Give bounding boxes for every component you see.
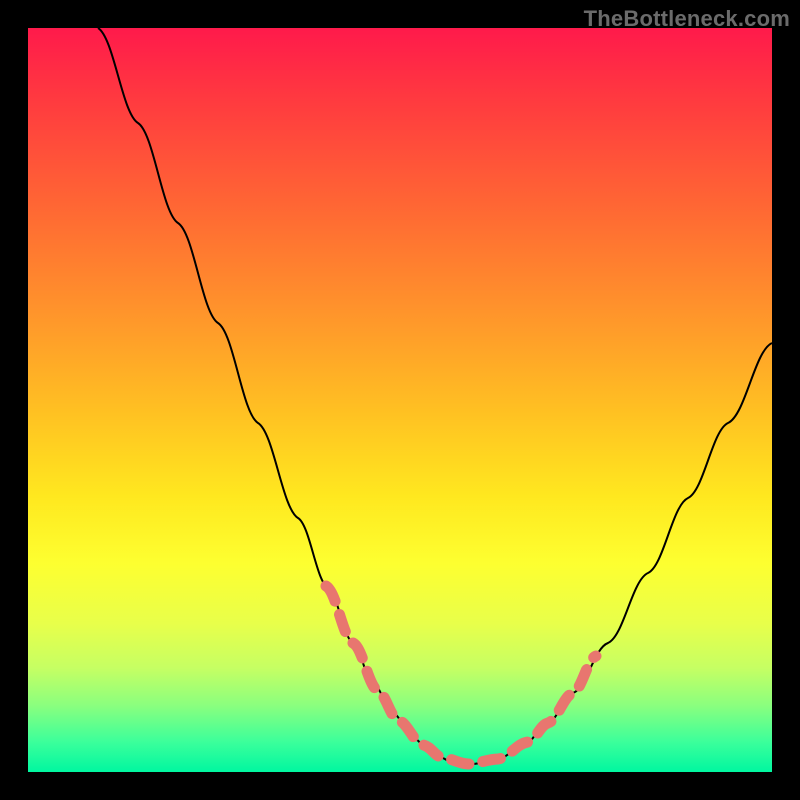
outer-frame: TheBottleneck.com: [0, 0, 800, 800]
curve-line: [98, 28, 772, 764]
watermark-text: TheBottleneck.com: [584, 6, 790, 32]
chart-svg: [28, 28, 772, 772]
highlight-dots: [326, 586, 596, 764]
